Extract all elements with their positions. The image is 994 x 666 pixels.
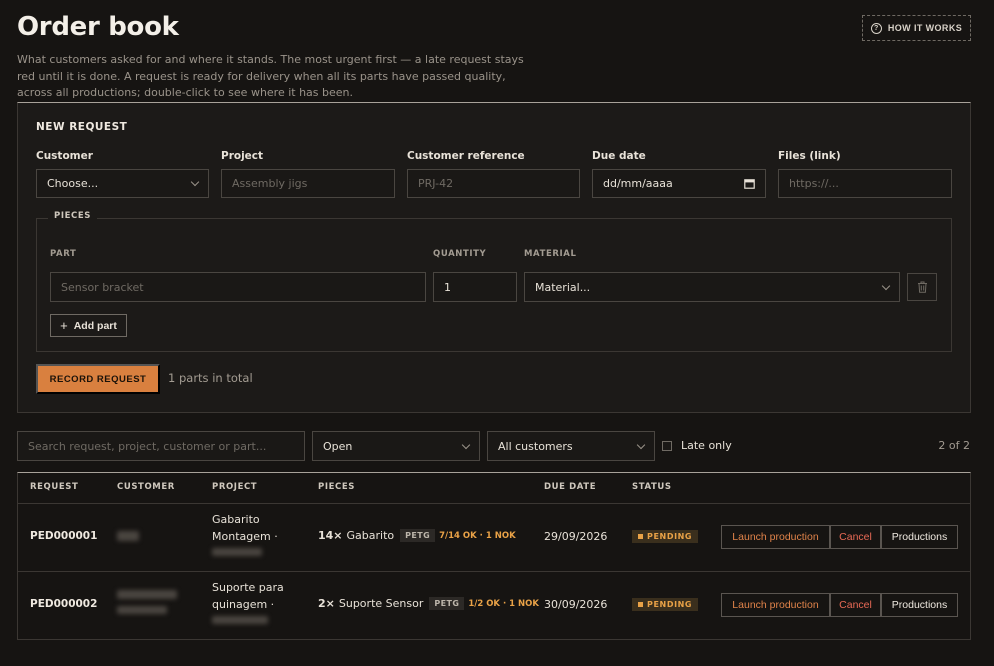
project-name: Gabarito Montagem · (212, 511, 278, 545)
customer-filter-select[interactable]: All customers (487, 431, 655, 461)
page-intro: What customers asked for and where it st… (17, 53, 524, 99)
how-it-works-label: HOW IT WORKS (887, 23, 963, 33)
part-column-label: PART (50, 249, 77, 259)
piece-qty: 14× (318, 529, 343, 542)
record-request-button[interactable]: RECORD REQUEST (36, 364, 160, 394)
request-id: PED000002 (30, 598, 98, 610)
plus-icon: + (60, 318, 68, 333)
customer-name-redacted (117, 606, 167, 614)
status-square-icon (638, 534, 643, 539)
piece-qty: 2× (318, 597, 335, 610)
project-input[interactable]: Assembly jigs (221, 169, 395, 198)
due-date-input[interactable]: dd/mm/aaaa (592, 169, 766, 198)
pieces-legend: PIECES (48, 211, 97, 221)
header-status: STATUS (632, 482, 672, 492)
material-tag: PETG (429, 597, 465, 610)
add-part-button[interactable]: + Add part (50, 314, 127, 337)
chevron-down-icon (190, 177, 200, 187)
customer-name-redacted (117, 531, 139, 541)
customer-select-value: Choose... (47, 177, 99, 190)
launch-production-button[interactable]: Launch production (721, 525, 830, 549)
late-only-checkbox[interactable] (662, 441, 672, 451)
part-input[interactable]: Sensor bracket (50, 272, 426, 302)
status-badge: PENDING (632, 598, 699, 611)
project-ref-redacted (212, 616, 268, 624)
delete-part-button[interactable] (907, 273, 937, 301)
project-line-1: Gabarito (212, 513, 260, 526)
customer-reference-label: Customer reference (407, 150, 525, 162)
project-line-1: Suporte para (212, 581, 284, 594)
material-column-label: MATERIAL (524, 249, 577, 259)
files-label: Files (link) (778, 150, 841, 162)
quantity-input[interactable]: 1 (433, 272, 517, 302)
customer-filter-value: All customers (498, 439, 573, 453)
search-placeholder: Search request, project, customer or par… (28, 439, 267, 453)
part-placeholder: Sensor bracket (61, 280, 144, 294)
files-link-placeholder: https://... (789, 177, 839, 190)
header-pieces: PIECES (318, 482, 355, 492)
header-project: PROJECT (212, 482, 258, 492)
quality-summary: 7/14 OK · 1 NOK (439, 530, 516, 541)
status-filter-value: Open (323, 439, 353, 453)
results-count: 2 of 2 (938, 439, 970, 452)
status-filter-select[interactable]: Open (312, 431, 480, 461)
due-date: 29/09/2026 (544, 530, 608, 543)
parts-total: 1 parts in total (168, 371, 253, 385)
project-placeholder: Assembly jigs (232, 177, 308, 190)
chevron-down-icon (636, 440, 646, 449)
customer-label: Customer (36, 150, 93, 162)
project-ref-redacted (212, 548, 262, 556)
quantity-value: 1 (444, 280, 451, 294)
quality-summary: 1/2 OK · 1 NOK (468, 598, 539, 609)
due-date-label: Due date (592, 150, 646, 162)
chevron-down-icon (461, 440, 471, 449)
productions-button[interactable]: Productions (881, 593, 958, 617)
cancel-button[interactable]: Cancel (830, 525, 881, 549)
add-part-label: Add part (73, 319, 117, 332)
project-label: Project (221, 150, 264, 162)
due-date-value: dd/mm/aaaa (603, 177, 673, 190)
due-date: 30/09/2026 (544, 598, 608, 611)
project-name: Suporte para quinagem · (212, 579, 284, 613)
header-customer: CUSTOMER (117, 482, 175, 492)
customer-reference-placeholder: PRJ-42 (418, 177, 454, 190)
new-request-title: NEW REQUEST (36, 121, 128, 133)
status-square-icon (638, 602, 643, 607)
how-it-works-button[interactable]: ? HOW IT WORKS (862, 15, 971, 41)
productions-button[interactable]: Productions (881, 525, 958, 549)
header-due-date: DUE DATE (544, 482, 597, 492)
status-badge: PENDING (632, 530, 699, 543)
chevron-down-icon (881, 281, 891, 290)
launch-production-button[interactable]: Launch production (721, 593, 830, 617)
piece-name: Gabarito (346, 529, 395, 542)
customer-name-redacted (117, 590, 177, 599)
project-line-2: Montagem · (212, 530, 278, 543)
customer-select[interactable]: Choose... (36, 169, 209, 198)
quantity-column-label: QUANTITY (433, 249, 487, 259)
late-only-label: Late only (681, 439, 732, 452)
status-label: PENDING (647, 532, 693, 541)
calendar-icon[interactable] (744, 178, 755, 189)
material-select-value: Material... (535, 280, 591, 294)
help-icon: ? (870, 22, 882, 34)
search-input[interactable]: Search request, project, customer or par… (17, 431, 305, 461)
files-link-input[interactable]: https://... (778, 169, 952, 198)
trash-icon (917, 281, 927, 293)
material-select[interactable]: Material... (524, 272, 900, 302)
pieces-summary: 2× Suporte Sensor PETG 1/2 OK · 1 NOK (318, 597, 539, 610)
pieces-summary: 14× Gabarito PETG 7/14 OK · 1 NOK (318, 529, 516, 542)
header-request: REQUEST (30, 482, 79, 492)
cancel-button[interactable]: Cancel (830, 593, 881, 617)
status-label: PENDING (647, 600, 693, 609)
page-title: Order book (17, 12, 179, 42)
customer-reference-input[interactable]: PRJ-42 (407, 169, 580, 198)
piece-name: Suporte Sensor (338, 597, 424, 610)
project-line-2: quinagem · (212, 598, 275, 611)
material-tag: PETG (400, 529, 436, 542)
request-id: PED000001 (30, 530, 98, 542)
